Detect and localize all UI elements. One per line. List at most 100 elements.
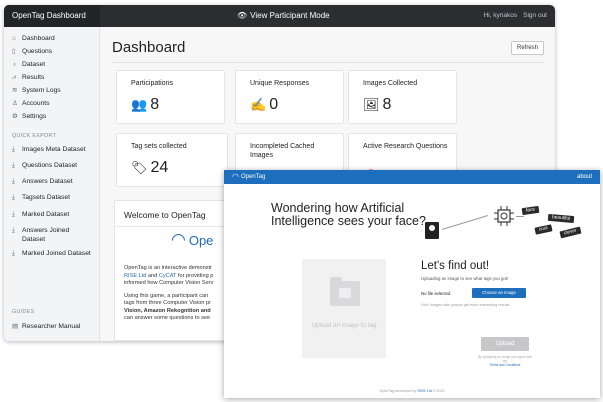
sidebar: ⌂ Dashboard ▯ Questions ♁ Dataset ⩘ Results … <box>4 27 100 341</box>
sidebar-item-system-logs[interactable]: ≋ System Logs <box>4 86 100 95</box>
welcome-line: tags from three Computer Vision pr <box>124 300 211 306</box>
export-marked-joined-dataset[interactable]: ⤓ Marked Joined Dataset <box>4 249 100 258</box>
user-area: Hi, kyriakos Sign out <box>478 5 547 27</box>
about-link[interactable]: about <box>577 170 592 184</box>
sidebar-item-label: Dataset <box>22 61 46 68</box>
logo-text: Ope <box>188 232 214 248</box>
stat-value: 24 <box>150 159 169 176</box>
headline: Wondering how Artificial Intelligence se… <box>271 201 426 228</box>
top-navbar: OpenTag Dashboard 👁 View Participant Mode… <box>4 5 555 27</box>
sign-out-link[interactable]: Sign out <box>523 12 547 19</box>
view-participant-mode-link[interactable]: 👁 View Participant Mode <box>237 5 330 27</box>
welcome-line: OpenTag is an interactive demonstr <box>124 265 212 271</box>
export-images-meta-dataset[interactable]: ⤓ Images Meta Dataset <box>4 145 100 154</box>
sidebar-item-accounts[interactable]: ♙ Accounts <box>4 99 100 108</box>
users-icon: 👥 <box>131 97 148 112</box>
download-icon: ⤓ <box>12 211 15 218</box>
download-icon: ⤓ <box>12 146 15 153</box>
ai-chip-icon <box>494 206 514 226</box>
terms-prefix: By uploading an image you agree with our <box>477 355 533 363</box>
find-out-title: Let's find out! <box>421 260 490 272</box>
download-icon: ⤓ <box>12 194 15 201</box>
export-answers-dataset[interactable]: ⤓ Answers Dataset <box>4 177 100 186</box>
tag-chip: clever <box>559 226 582 239</box>
export-label: Answers Joined Dataset <box>22 227 70 243</box>
welcome-line: informed how Computer Vision Serv <box>124 280 214 286</box>
export-label: Marked Dataset <box>22 211 70 218</box>
stat-label: Active Research Questions <box>363 143 448 150</box>
opentag-logo: ◠ Ope <box>171 230 213 250</box>
stat-card-unique-responses: Unique Responses ✍ 0 <box>235 70 344 124</box>
signature-icon: ✍ <box>250 97 267 112</box>
welcome-line: Using this game, a participant can <box>124 292 209 299</box>
choose-image-button[interactable]: Choose an image <box>472 288 526 298</box>
stat-label: Participations <box>131 80 174 87</box>
download-icon: ⤓ <box>12 227 15 234</box>
sidebar-item-label: System Logs <box>22 87 61 94</box>
export-label: Images Meta Dataset <box>22 146 86 153</box>
chart-icon: ⩘ <box>12 74 16 81</box>
download-icon: ⤓ <box>12 162 15 169</box>
title-divider <box>112 62 544 63</box>
images-icon: 🖼 <box>363 97 380 112</box>
sidebar-item-label: Results <box>22 74 45 81</box>
sidebar-item-settings[interactable]: ⚙ Settings <box>4 112 100 121</box>
tag-chip: beautiful <box>547 213 575 224</box>
participant-navbar: ◠ OpenTag about <box>224 170 600 184</box>
footer-suffix: © 2019 <box>432 389 445 393</box>
export-tagsets-dataset[interactable]: ⤓ Tagsets Dataset <box>4 193 100 202</box>
welcome-title: Welcome to OpenTag <box>124 210 206 220</box>
upload-placeholder-text: Upload an image to tag <box>311 322 377 329</box>
footer: OpenTag developed by RISE Ltd © 2019 <box>224 389 600 393</box>
footer-rise-link[interactable]: RISE Ltd <box>417 389 431 393</box>
page-title: Dashboard <box>112 39 186 56</box>
image-upload-dropzone[interactable]: Upload an image to tag <box>302 259 386 358</box>
sidebar-item-label: Dashboard <box>22 35 55 42</box>
screen: OpenTag Dashboard 👁 View Participant Mode… <box>0 0 603 402</box>
upload-button[interactable]: Upload <box>481 337 529 351</box>
footer-prefix: OpenTag developed by <box>379 389 417 393</box>
download-icon: ⤓ <box>12 250 15 257</box>
participant-brand[interactable]: ◠ OpenTag <box>232 170 265 184</box>
export-answers-joined-dataset[interactable]: ⤓ Answers Joined Dataset <box>4 226 100 244</box>
welcome-line: can answer some questions to see <box>124 315 211 321</box>
folder-image-icon <box>330 277 360 306</box>
connector-line <box>516 216 524 217</box>
export-marked-dataset[interactable]: ⤓ Marked Dataset <box>4 210 100 219</box>
upload-hint: Hint: Images with people get more intere… <box>421 303 510 307</box>
sidebar-item-dashboard[interactable]: ⌂ Dashboard <box>4 34 100 43</box>
sidebar-item-label: Accounts <box>22 100 50 107</box>
stat-label: Images Collected <box>363 80 418 87</box>
home-icon: ⌂ <box>12 35 16 42</box>
file-status: No file selected <box>421 291 451 296</box>
rise-ltd-link[interactable]: RISE Ltd <box>124 273 146 279</box>
export-questions-dataset[interactable]: ⤓ Questions Dataset <box>4 161 100 170</box>
stat-label: Unique Responses <box>250 80 310 87</box>
find-out-subtitle: Uploading an image to see what tags you … <box>421 276 509 281</box>
app-brand[interactable]: OpenTag Dashboard <box>4 5 100 27</box>
sidebar-item-label: Settings <box>22 113 47 120</box>
stat-value: 0 <box>269 96 279 113</box>
opentag-logo-icon: ◠ <box>171 230 186 249</box>
sidebar-item-questions[interactable]: ▯ Questions <box>4 47 100 56</box>
download-icon: ⤓ <box>12 178 15 185</box>
cycat-link[interactable]: CyCAT <box>159 273 177 279</box>
guide-researcher-manual[interactable]: ▤ Researcher Manual <box>4 322 100 331</box>
brand-label: OpenTag <box>240 174 266 180</box>
export-label: Questions Dataset <box>22 162 78 169</box>
stat-card-images-collected: Images Collected 🖼 8 <box>348 70 457 124</box>
view-participant-mode-label: View Participant Mode <box>250 11 330 20</box>
sidebar-item-dataset[interactable]: ♁ Dataset <box>4 60 100 69</box>
stat-label: Tag sets collected <box>131 143 187 150</box>
export-label: Marked Joined Dataset <box>22 250 91 257</box>
sidebar-item-results[interactable]: ⩘ Results <box>4 73 100 82</box>
refresh-button[interactable]: Refresh <box>511 41 544 55</box>
tags-icon: 🏷 <box>131 160 148 175</box>
quick-export-heading: QUICK EXPORT <box>12 133 57 139</box>
terms-link[interactable]: Terms and Conditions <box>490 363 521 367</box>
export-label: Answers Dataset <box>22 178 73 185</box>
face-icon <box>425 222 439 239</box>
stat-card-tag-sets: Tag sets collected 🏷 24 <box>116 133 228 187</box>
ai-illustration: face beautiful cool clever <box>420 195 592 263</box>
layers-icon: ≋ <box>12 87 18 94</box>
